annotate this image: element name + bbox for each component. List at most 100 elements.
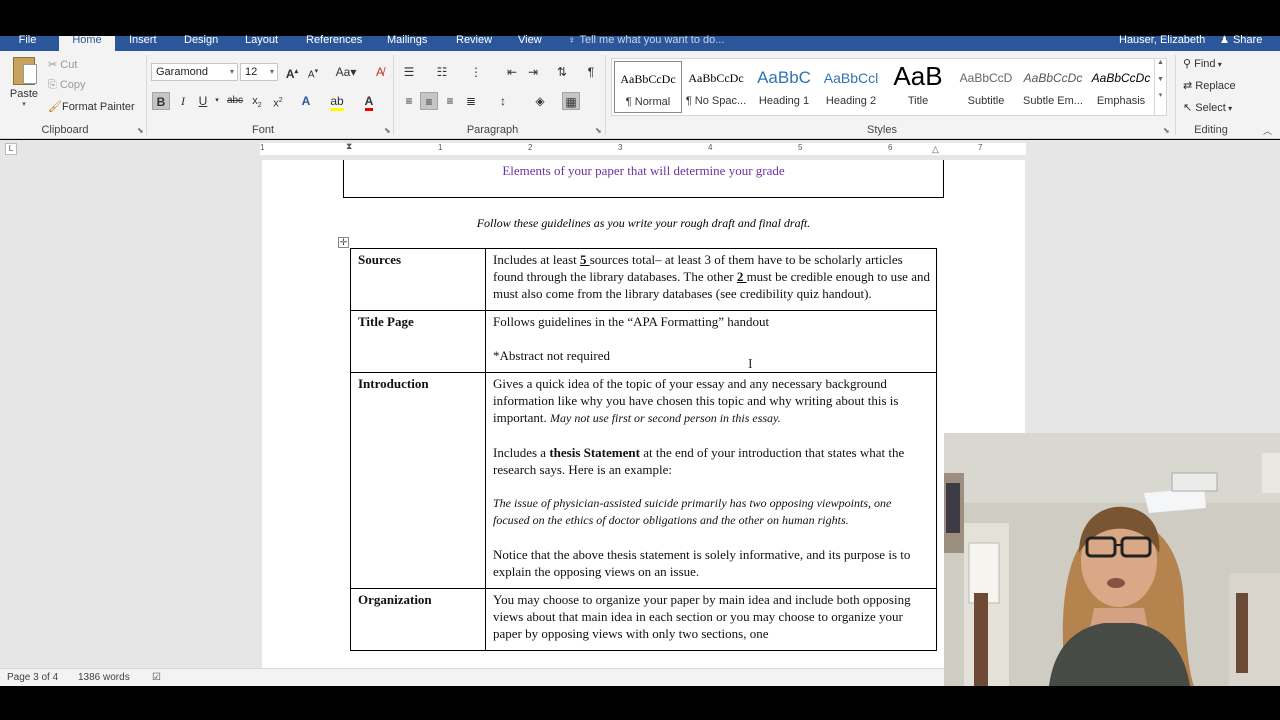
share-button[interactable]: ♟ Share: [1220, 35, 1262, 46]
style-name: Title: [907, 95, 929, 107]
document-page[interactable]: Elements of your paper that will determi…: [262, 160, 1025, 668]
cut-button[interactable]: ✂ Cut: [48, 58, 77, 71]
row-content: Gives a quick idea of the topic of your …: [485, 372, 937, 589]
user-account[interactable]: Hauser, Elizabeth: [1119, 35, 1205, 46]
copy-button[interactable]: ⎘ Copy: [48, 79, 86, 92]
decrease-indent-icon[interactable]: ⇤: [503, 63, 521, 81]
increase-indent-icon[interactable]: ⇥: [524, 63, 542, 81]
paste-button[interactable]: Paste ▾: [8, 57, 40, 117]
copy-label: Copy: [59, 79, 86, 91]
align-center-icon[interactable]: ≡: [420, 92, 438, 110]
clear-formatting-icon[interactable]: A̸: [371, 63, 389, 81]
align-left-icon[interactable]: ≡: [400, 92, 418, 110]
line-spacing-icon[interactable]: ↕: [494, 92, 512, 110]
find-button[interactable]: ⚲ Find ▾: [1183, 57, 1222, 70]
row-content: You may choose to organize your paper by…: [485, 588, 937, 651]
style-heading-2[interactable]: AaBbCcl Heading 2: [817, 61, 885, 113]
font-dialog-launcher-icon[interactable]: ⬊: [384, 126, 391, 135]
tab-mailings[interactable]: Mailings: [387, 35, 427, 51]
tab-selector-icon[interactable]: L: [5, 143, 17, 155]
font-size-box[interactable]: 12 ▾: [240, 63, 278, 81]
row-label: Title Page: [350, 310, 486, 373]
ruler-number: 3: [618, 143, 623, 152]
format-painter-button[interactable]: 🖌Format Painter: [48, 100, 135, 113]
shading-icon[interactable]: ◈: [531, 92, 549, 110]
text-run: Includes at least: [493, 252, 580, 267]
tab-view[interactable]: View: [518, 35, 542, 51]
word-count[interactable]: 1386 words: [78, 672, 130, 683]
tell-me-text: Tell me what you want to do...: [579, 34, 725, 46]
style-no-spacing[interactable]: AaBbCcDc ¶ No Spac...: [682, 61, 750, 113]
subscript-icon[interactable]: x2: [248, 92, 266, 110]
paintbrush-icon: 🖌: [48, 101, 62, 113]
table-move-handle-icon[interactable]: ✛: [338, 237, 349, 248]
tab-references[interactable]: References: [306, 35, 362, 51]
row-label: Introduction: [350, 372, 486, 589]
clipboard-dialog-launcher-icon[interactable]: ⬊: [137, 126, 144, 135]
tell-me-search[interactable]: ♀ Tell me what you want to do...: [568, 34, 725, 46]
tab-file[interactable]: File: [0, 35, 55, 51]
style-name: ¶ No Spac...: [685, 95, 747, 107]
clipboard-group-label: Clipboard: [41, 124, 89, 136]
tab-review[interactable]: Review: [456, 35, 492, 51]
guideline-text: Follow these guidelines as you write you…: [476, 216, 811, 230]
font-name-box[interactable]: Garamond ▾: [151, 63, 238, 81]
cursor-arrow-icon: ↖: [1183, 102, 1196, 114]
style-subtle-emphasis[interactable]: AaBbCcDc Subtle Em...: [1019, 61, 1087, 113]
italic-icon[interactable]: I: [174, 92, 192, 110]
font-group-label: Font: [251, 124, 274, 136]
share-person-icon: ♟: [1220, 35, 1229, 46]
borders-icon[interactable]: ▦: [562, 92, 580, 110]
style-subtitle[interactable]: AaBbCcD Subtitle: [952, 61, 1020, 113]
style-normal[interactable]: AaBbCcDc ¶ Normal: [614, 61, 682, 113]
text-cursor-icon: I: [748, 357, 753, 372]
chevron-down-icon[interactable]: ▾: [208, 92, 226, 110]
bullets-icon[interactable]: ☰: [400, 63, 418, 81]
tab-home[interactable]: Home: [59, 35, 115, 51]
replace-label: Replace: [1195, 80, 1236, 92]
row-content: Includes at least 5 sources total– at le…: [485, 248, 937, 311]
proofing-icon[interactable]: ☑: [152, 672, 161, 683]
multilevel-list-icon[interactable]: ⋮: [467, 63, 485, 81]
chevron-down-icon: ▾: [229, 67, 234, 76]
shrink-font-icon[interactable]: A▾: [304, 63, 322, 81]
chevron-down-icon[interactable]: ▼: [1155, 76, 1166, 83]
font-color-icon[interactable]: A: [360, 92, 378, 111]
chevron-up-icon[interactable]: ▲: [1155, 59, 1166, 66]
group-divider: [393, 55, 394, 135]
styles-scroll[interactable]: ▲ ▼ ▾: [1154, 59, 1166, 115]
superscript-icon[interactable]: x2: [269, 92, 287, 110]
rubric-table: Sources Includes at least 5 sources tota…: [350, 248, 937, 651]
sort-icon[interactable]: ⇅: [553, 63, 571, 81]
scissors-icon: ✂: [48, 59, 61, 71]
show-formatting-marks-icon[interactable]: ¶: [582, 63, 600, 81]
numbering-icon[interactable]: ☷: [433, 63, 451, 81]
style-title[interactable]: AaB Title: [884, 61, 952, 113]
strikethrough-icon[interactable]: abc: [226, 92, 244, 110]
right-indent-marker-icon[interactable]: △: [932, 144, 939, 155]
styles-more-icon[interactable]: ▾: [1155, 91, 1166, 99]
grow-font-icon[interactable]: A▴: [283, 63, 301, 81]
paragraph-dialog-launcher-icon[interactable]: ⬊: [595, 126, 602, 135]
style-name: Subtitle: [967, 95, 1005, 107]
justify-icon[interactable]: ≣: [462, 92, 480, 110]
tab-insert[interactable]: Insert: [129, 35, 157, 51]
style-preview: AaBbCcDc: [620, 72, 676, 86]
text-effects-icon[interactable]: A: [297, 92, 315, 110]
tab-layout[interactable]: Layout: [245, 35, 278, 51]
styles-dialog-launcher-icon[interactable]: ⬊: [1163, 126, 1170, 135]
collapse-ribbon-icon[interactable]: ︿: [1263, 124, 1272, 137]
bold-icon[interactable]: B: [152, 92, 170, 110]
align-right-icon[interactable]: ≡: [441, 92, 459, 110]
change-case-icon[interactable]: Aa▾: [333, 63, 359, 81]
horizontal-ruler[interactable]: 1 1 2 3 4 5 6 7 ⧗ △: [260, 141, 1026, 155]
select-button[interactable]: ↖ Select ▾: [1183, 101, 1232, 114]
page-count[interactable]: Page 3 of 4: [7, 672, 58, 683]
tab-design[interactable]: Design: [184, 35, 218, 51]
style-heading-1[interactable]: AaBbC Heading 1: [750, 61, 818, 113]
highlighter-icon[interactable]: ab: [328, 92, 346, 111]
ruler-area: L 1 1 2 3 4 5 6 7 ⧗ △: [0, 140, 1280, 160]
style-emphasis[interactable]: AaBbCcDc Emphasis: [1087, 61, 1155, 113]
indent-marker-icon[interactable]: ⧗: [346, 141, 352, 152]
replace-button[interactable]: ⇄ Replace: [1183, 79, 1236, 92]
